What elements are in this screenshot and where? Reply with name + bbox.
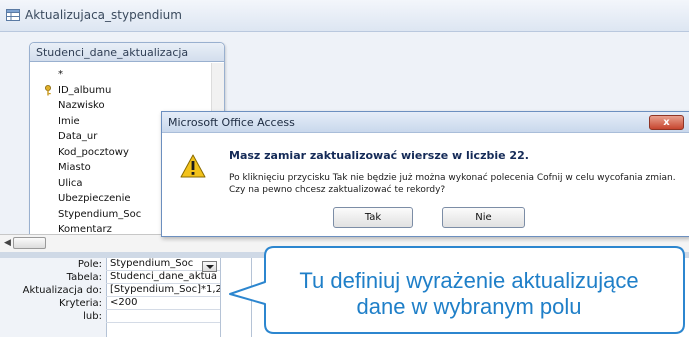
table-field-label: Ubezpieczenie <box>58 193 131 204</box>
cell-update-to[interactable]: [Stypendium_Soc]*1,2 <box>106 284 220 297</box>
table-field-label: Kod_pocztowy <box>58 146 129 158</box>
table-field-label: Nazwisko <box>58 100 105 111</box>
confirm-dialog: Microsoft Office Access x Masz zamiar za… <box>161 111 689 237</box>
table-field[interactable]: ID_albumu <box>30 83 211 99</box>
no-button[interactable]: Nie <box>442 207 525 228</box>
warning-icon <box>180 154 206 178</box>
row-label-update-to: Aktualizacja do: <box>22 285 102 296</box>
primary-key-icon <box>45 84 51 95</box>
cell-or[interactable] <box>106 310 220 323</box>
callout-line-2: dane w wybranym polu <box>356 294 582 319</box>
dialog-title: Microsoft Office Access <box>162 112 689 133</box>
table-field-label: Miasto <box>58 162 91 173</box>
table-field[interactable]: * <box>30 67 211 83</box>
table-field-label: Imie <box>58 115 80 127</box>
yes-button[interactable]: Tak <box>333 207 413 228</box>
scroll-thumb[interactable] <box>13 237 46 249</box>
table-field-label: ID_albumu <box>58 84 112 96</box>
callout-text: Tu definiuj wyrażenie aktualizujące dane… <box>251 268 687 320</box>
dialog-message-line-2: Czy na pewno chcesz zaktualizować te rek… <box>229 185 446 195</box>
row-label-table: Tabela: <box>66 272 102 283</box>
row-label-field: Pole: <box>77 259 102 270</box>
table-field-label: Stypendium_Soc <box>58 208 142 220</box>
row-label-criteria: Kryteria: <box>58 298 102 309</box>
cell-table[interactable]: Studenci_dane_aktua <box>106 271 220 284</box>
dialog-message-line-1: Po kliknięciu przycisku Tak nie będzie j… <box>229 173 676 183</box>
dialog-close-button[interactable]: x <box>649 115 684 130</box>
row-label-or: lub: <box>83 311 102 322</box>
query-title-bar: Aktualizujaca_stypendium <box>0 0 689 32</box>
table-field-label: Ulica <box>58 177 83 189</box>
cell-criteria[interactable]: <200 <box>106 297 220 310</box>
query-title: Aktualizujaca_stypendium <box>25 8 182 22</box>
grid-row-labels: Pole: Tabela: Aktualizacja do: Kryteria:… <box>0 258 107 337</box>
table-field-label: Data_ur <box>58 131 98 142</box>
dialog-message: Po kliknięciu przycisku Tak nie będzie j… <box>229 172 676 196</box>
grid-column-1: Stypendium_Soc Studenci_dane_aktua [Styp… <box>106 258 221 337</box>
splitter-grip[interactable] <box>449 253 487 256</box>
dialog-heading: Masz zamiar zaktualizować wiersze w licz… <box>229 149 529 162</box>
callout-line-1: Tu definiuj wyrażenie aktualizujące <box>299 268 639 293</box>
scroll-left-icon[interactable]: ◀ <box>4 238 11 248</box>
query-icon <box>6 9 20 21</box>
grid-column-2[interactable] <box>221 258 252 337</box>
query-window: Aktualizujaca_stypendium Studenci_dane_a… <box>0 0 689 337</box>
table-header[interactable]: Studenci_dane_aktualizacja <box>30 43 224 62</box>
table-field-label: * <box>58 69 63 80</box>
